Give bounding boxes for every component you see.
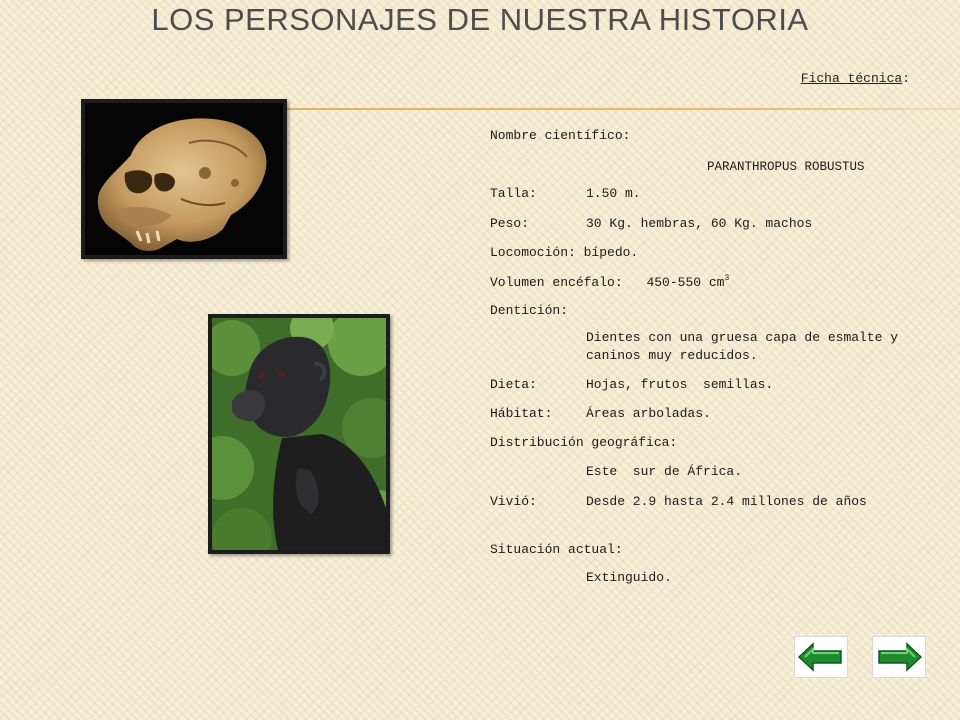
species-name: PARANTHROPUS ROBUSTUS [707, 160, 865, 174]
left-arrow-icon [797, 642, 842, 672]
ficha-colon: : [902, 71, 910, 86]
vivio-value: Desde 2.9 hasta 2.4 millones de años [586, 494, 867, 509]
peso-value: 30 Kg. hembras, 60 Kg. machos [586, 216, 813, 231]
vivio-label: Vivió: [490, 494, 537, 509]
situacion-label: Situación actual: [490, 542, 623, 557]
volumen-unit-exponent: 3 [724, 274, 730, 283]
situacion-value: Extinguido. [586, 570, 672, 585]
paranthropus-photo [208, 314, 390, 554]
distribucion-label: Distribución geográfica: [490, 435, 678, 450]
next-slide-button[interactable] [872, 636, 926, 678]
previous-slide-button[interactable] [794, 636, 848, 678]
locomocion-row: Locomoción: bípedo. [490, 245, 639, 260]
volumen-label: Volumen encéfalo: [490, 275, 623, 290]
vivio-row: Vivió: [490, 494, 586, 509]
ficha-tecnica-heading: Ficha técnica: [801, 71, 910, 86]
habitat-label: Hábitat: [490, 406, 553, 421]
volumen-row: Volumen encéfalo: 450-550 cm3 [490, 274, 729, 290]
denticion-value: Dientes con una gruesa capa de esmalte y… [586, 330, 899, 363]
distribucion-value: Este sur de África. [586, 464, 743, 479]
skull-photo [81, 99, 287, 259]
habitat-value: Áreas arboladas. [586, 406, 711, 421]
accent-rule [283, 108, 960, 110]
right-arrow-icon [878, 642, 923, 672]
nombre-cientifico-label: Nombre científico: [490, 128, 631, 143]
skull-illustration [85, 103, 283, 255]
habitat-row: Hábitat: Áreas arboladas. [490, 406, 711, 421]
dieta-value: Hojas, frutos semillas. [586, 377, 774, 392]
peso-label: Peso: [490, 216, 530, 231]
dieta-label: Dieta: [490, 377, 537, 392]
dieta-row: Dieta: Hojas, frutos semillas. [490, 377, 773, 392]
talla-value: 1.50 m. [586, 186, 641, 201]
ficha-label: Ficha técnica [800, 71, 903, 86]
denticion-label: Dentición: [490, 303, 569, 318]
slide-title: LOS PERSONAJES DE NUESTRA HISTORIA [151, 2, 809, 37]
talla-label: Talla: [490, 186, 537, 201]
volumen-value: 450-550 cm [646, 275, 725, 290]
paranthropus-illustration [212, 318, 386, 550]
peso-row: Peso: 30 Kg. hembras, 60 Kg. machos [490, 216, 812, 231]
talla-row: Talla: 1.50 m. [490, 186, 641, 201]
